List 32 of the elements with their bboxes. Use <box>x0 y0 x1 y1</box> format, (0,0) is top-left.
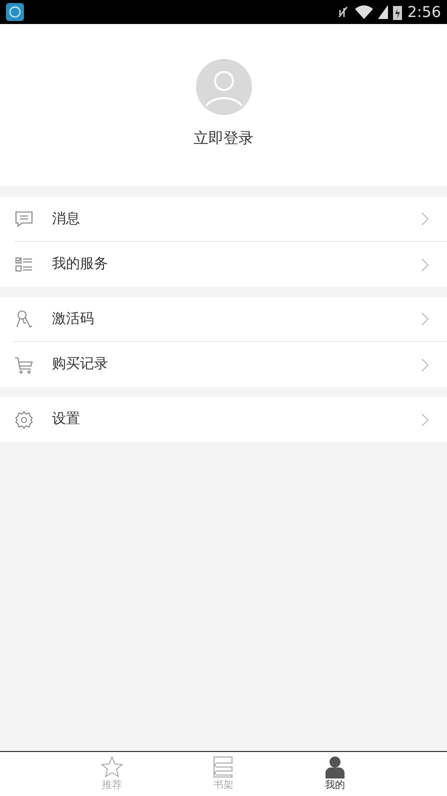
chevron-right-icon <box>421 358 429 372</box>
chevron-right-icon <box>421 258 429 272</box>
chevron-right-icon <box>421 212 429 226</box>
settings-icon <box>14 410 34 430</box>
menu-item[interactable]: 我的服务 <box>14 242 447 287</box>
menu-item[interactable]: 购买记录 <box>14 342 447 387</box>
app-icon <box>6 3 24 21</box>
battery-icon <box>393 4 402 20</box>
menu-label: 设置 <box>52 410 81 429</box>
keys-icon <box>14 309 34 329</box>
menu-item[interactable]: 设置 <box>14 397 447 442</box>
menu-label: 激活码 <box>52 310 95 328</box>
books-icon <box>211 755 236 779</box>
cart-icon <box>14 354 34 374</box>
menu-label: 购买记录 <box>52 355 109 374</box>
menu-item[interactable]: 消息 <box>14 197 447 242</box>
person-icon <box>323 755 348 779</box>
checklist-icon <box>14 254 34 274</box>
star-icon <box>100 755 124 779</box>
muted-icon <box>336 5 350 19</box>
signal-icon <box>378 5 388 19</box>
message-icon <box>14 209 34 229</box>
chevron-right-icon <box>421 312 429 326</box>
clock: 2:56 <box>407 2 441 23</box>
login-link[interactable]: 立即登录 <box>194 127 254 150</box>
menu-item[interactable]: 激活码 <box>14 297 447 342</box>
menu-label: 消息 <box>52 210 81 228</box>
avatar-icon[interactable] <box>196 59 252 115</box>
tab[interactable]: 我的 <box>279 755 391 796</box>
wifi-icon <box>355 5 374 19</box>
chevron-right-icon <box>421 412 429 426</box>
menu-label: 我的服务 <box>52 255 109 274</box>
